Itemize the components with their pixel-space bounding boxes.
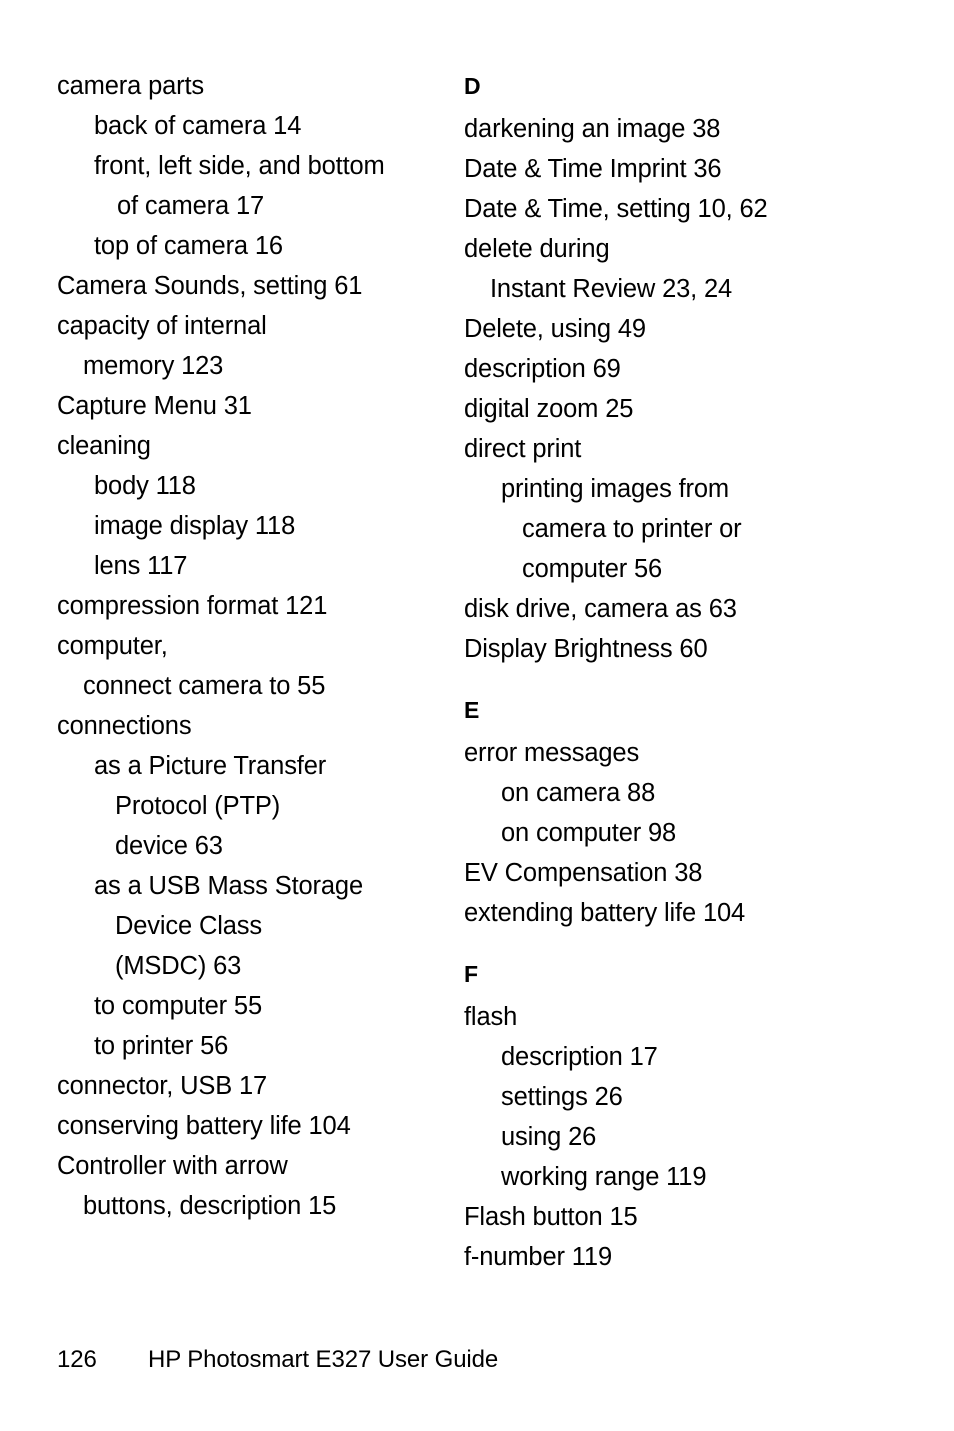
index-entry: Controller with arrow	[57, 1152, 288, 1180]
index-entry: to computer 55	[94, 992, 262, 1020]
index-entry: Date & Time Imprint 36	[464, 155, 722, 183]
index-entry: Camera Sounds, setting 61	[57, 272, 363, 300]
index-entry: using 26	[501, 1123, 597, 1151]
index-entry: Protocol (PTP)	[115, 792, 281, 820]
index-entry: working range 119	[501, 1163, 707, 1191]
index-entry: back of camera 14	[94, 112, 302, 140]
index-entry: settings 26	[501, 1083, 623, 1111]
index-page: camera parts back of camera 14 front, left…	[0, 0, 954, 1431]
index-entry: front, left side, and bottom	[94, 152, 385, 180]
index-entry: on computer 98	[501, 819, 677, 847]
index-entry: image display 118	[94, 512, 296, 540]
index-entry: Device Class	[115, 912, 262, 940]
index-entry: body 118	[94, 472, 196, 500]
index-entry: error messages	[464, 739, 640, 767]
index-section-heading-d: D	[464, 73, 481, 99]
index-section-heading-f: F	[464, 961, 479, 987]
index-entry: extending battery life 104	[464, 899, 746, 927]
index-entry: as a Picture Transfer	[94, 752, 327, 780]
index-entry: capacity of internal	[57, 312, 267, 340]
index-entry: compression format 121	[57, 592, 328, 620]
index-columns: camera parts back of camera 14 front, left…	[57, 66, 897, 1277]
page-footer: 126 HP Photosmart E327 User Guide	[57, 1345, 498, 1375]
index-entry: on camera 88	[501, 779, 656, 807]
index-entry: f-number 119	[464, 1243, 612, 1271]
index-entry: disk drive, camera as 63	[464, 595, 737, 623]
index-entry: darkening an image 38	[464, 115, 721, 143]
index-entry: camera parts	[57, 72, 205, 100]
index-entry: Delete, using 49	[464, 315, 646, 343]
index-entry: camera to printer or	[522, 515, 742, 543]
index-entry: direct print	[464, 435, 582, 463]
index-section-heading-e: E	[464, 697, 480, 723]
index-entry: delete during	[464, 235, 610, 263]
index-entry: computer 56	[522, 555, 663, 583]
index-entry: Flash button 15	[464, 1203, 638, 1231]
index-entry: Capture Menu 31	[57, 392, 252, 420]
index-entry: description 17	[501, 1043, 658, 1071]
index-column-left: camera parts back of camera 14 front, left…	[57, 66, 464, 1226]
index-entry: memory 123	[83, 352, 224, 380]
footer-page-number: 126	[57, 1346, 97, 1373]
index-entry: conserving battery life 104	[57, 1112, 351, 1140]
index-entry: description 69	[464, 355, 621, 383]
index-entry: connector, USB 17	[57, 1072, 268, 1100]
footer-document-title: HP Photosmart E327 User Guide	[148, 1346, 499, 1373]
index-column-right: Ddarkening an image 38 Date & Time Imprin…	[464, 66, 871, 1277]
index-entry: Display Brightness 60	[464, 635, 708, 663]
index-entry: flash	[464, 1003, 518, 1031]
index-entry: connections	[57, 712, 192, 740]
index-entry: connect camera to 55	[83, 672, 326, 700]
index-entry: as a USB Mass Storage	[94, 872, 363, 900]
index-entry: of camera 17	[117, 192, 265, 220]
index-entry: EV Compensation 38	[464, 859, 703, 887]
index-entry: cleaning	[57, 432, 151, 460]
index-entry: computer,	[57, 632, 168, 660]
index-entry: device 63	[115, 832, 223, 860]
index-entry: Instant Review 23, 24	[490, 275, 733, 303]
index-entry: Date & Time, setting 10, 62	[464, 195, 768, 223]
index-entry: to printer 56	[94, 1032, 229, 1060]
index-entry: digital zoom 25	[464, 395, 634, 423]
index-entry: top of camera 16	[94, 232, 283, 260]
index-entry: printing images from	[501, 475, 730, 503]
index-entry: buttons, description 15	[83, 1192, 337, 1220]
index-entry: (MSDC) 63	[115, 952, 242, 980]
index-entry: lens 117	[94, 552, 188, 580]
